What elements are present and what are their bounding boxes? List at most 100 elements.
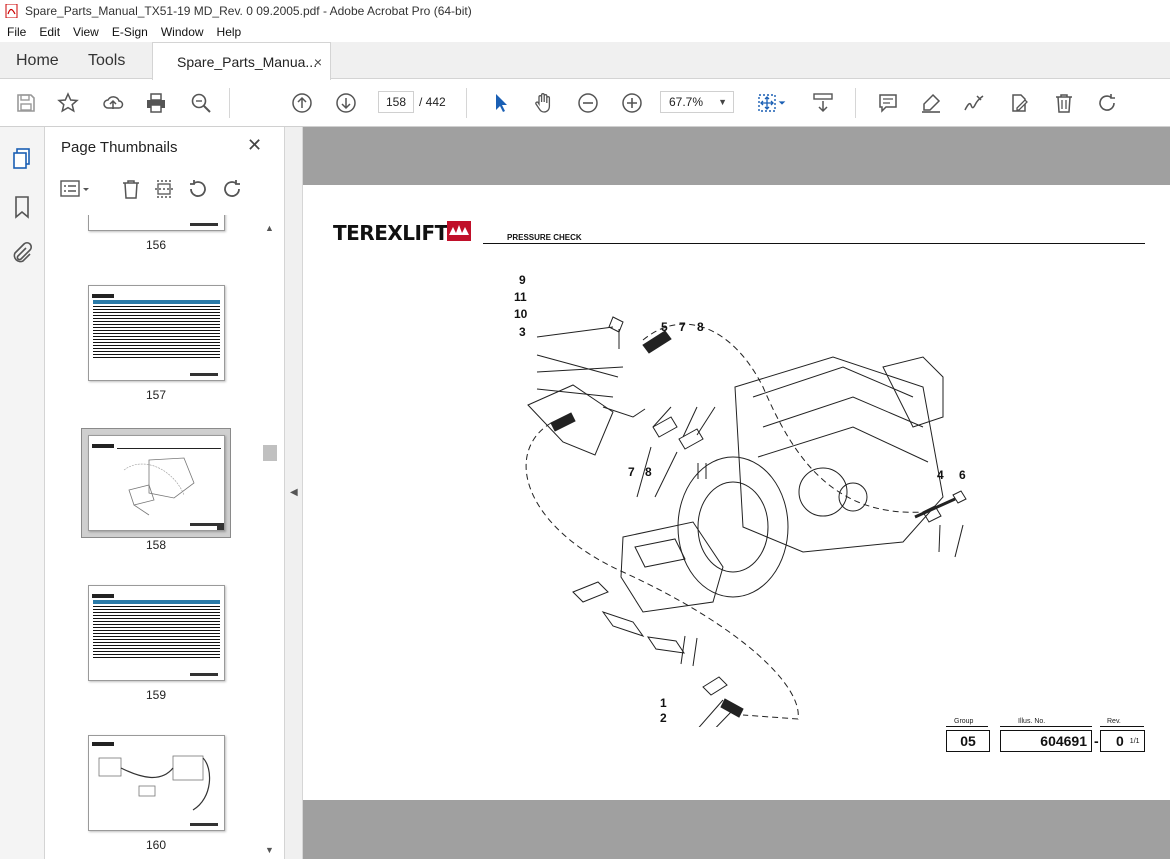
delete-icon[interactable] xyxy=(1052,91,1076,115)
thumbnail-list: 156 157 158 159 160 xyxy=(45,215,278,859)
thumbnail-page-160[interactable] xyxy=(88,735,225,831)
thumbnail-page-158[interactable] xyxy=(88,435,225,531)
title-block-rule xyxy=(1100,726,1144,727)
close-tab-icon[interactable]: × xyxy=(314,54,322,70)
panel-collapse-strip[interactable]: ◀ xyxy=(285,127,303,859)
close-panel-icon[interactable]: ✕ xyxy=(247,135,262,156)
bookmark-star-icon[interactable] xyxy=(56,91,80,115)
rotate-icon[interactable] xyxy=(1095,91,1119,115)
menu-file[interactable]: File xyxy=(7,25,26,39)
select-arrow-icon[interactable] xyxy=(489,91,513,115)
attachments-icon[interactable] xyxy=(10,241,34,265)
callout-6: 6 xyxy=(959,468,966,482)
thumbnail-label: 159 xyxy=(145,688,167,702)
menu-edit[interactable]: Edit xyxy=(39,25,60,39)
callout-1: 1 xyxy=(660,696,667,710)
page-heading: PRESSURE CHECK xyxy=(507,233,582,242)
thumbnail-scrollbar[interactable]: ▲ ▼ xyxy=(263,223,277,855)
thumbnail-drawing xyxy=(123,457,195,516)
illus-no-label: Illus. No. xyxy=(1018,718,1046,725)
callout-2: 2 xyxy=(660,711,667,725)
page-fit-dropdown-icon[interactable] xyxy=(776,91,788,115)
callout-3: 3 xyxy=(519,325,526,339)
collapse-arrow-icon[interactable]: ◀ xyxy=(290,487,298,498)
left-rail xyxy=(0,127,45,859)
title-block-rule xyxy=(946,726,988,727)
rev-box: 0 1/1 xyxy=(1100,730,1145,752)
zoom-value: 67.7% xyxy=(669,95,704,109)
scroll-up-icon[interactable]: ▲ xyxy=(265,223,274,233)
toolbar-separator xyxy=(855,88,856,118)
title-block-dash: - xyxy=(1094,733,1099,749)
terex-logo: TEREXLIFT xyxy=(333,221,448,245)
menu-view[interactable]: View xyxy=(73,25,99,39)
acrobat-app-icon xyxy=(5,4,18,18)
thumbnail-tools xyxy=(45,175,285,205)
tab-document[interactable]: Spare_Parts_Manua... × xyxy=(152,42,331,80)
page-up-icon[interactable] xyxy=(290,91,314,115)
title-block-rule xyxy=(1000,726,1092,727)
menu-window[interactable]: Window xyxy=(161,25,204,39)
scroll-mode-icon[interactable] xyxy=(811,91,835,115)
tab-tools[interactable]: Tools xyxy=(88,42,125,79)
callout-4: 4 xyxy=(937,468,944,482)
comment-icon[interactable] xyxy=(876,91,900,115)
illus-no-value: 604691 xyxy=(1000,730,1092,752)
panel-title: Page Thumbnails xyxy=(61,139,178,156)
callout-9: 9 xyxy=(519,273,526,287)
document-view[interactable]: TEREXLIFT PRESSURE CHECK 9 11 10 3 5 7 8… xyxy=(303,127,1170,859)
tab-row: Home Tools Spare_Parts_Manua... × xyxy=(0,42,1170,80)
thumbnail-label: 157 xyxy=(145,388,167,402)
menu-esign[interactable]: E-Sign xyxy=(112,25,148,39)
extract-pages-icon[interactable] xyxy=(153,178,175,200)
thumbnails-panel: Page Thumbnails ✕ 156 157 158 159 160 ▲ … xyxy=(45,127,285,859)
save-icon[interactable] xyxy=(14,91,38,115)
page-number-input[interactable]: 158 xyxy=(378,91,414,113)
thumbnail-page-156[interactable] xyxy=(88,215,225,231)
print-icon[interactable] xyxy=(144,91,168,115)
options-menu-icon[interactable] xyxy=(59,178,91,200)
thumbnail-drawing xyxy=(98,755,211,811)
zoom-out-icon[interactable] xyxy=(576,91,600,115)
group-value: 05 xyxy=(946,730,990,752)
callout-8-lower: 8 xyxy=(645,465,652,479)
tab-home[interactable]: Home xyxy=(16,42,59,79)
highlight-icon[interactable] xyxy=(919,91,943,115)
hand-icon[interactable] xyxy=(532,91,556,115)
callout-7-upper: 7 xyxy=(679,320,686,334)
rotate-ccw-icon[interactable] xyxy=(187,178,209,200)
pages-icon[interactable] xyxy=(10,147,34,171)
zoom-in-icon[interactable] xyxy=(620,91,644,115)
exploded-view-drawing xyxy=(525,316,967,727)
heading-rule xyxy=(483,243,1145,244)
callout-11: 11 xyxy=(514,290,527,304)
thumbnail-page-159[interactable] xyxy=(88,585,225,681)
callout-7-lower: 7 xyxy=(628,465,635,479)
zoom-select[interactable]: 67.7% ▼ xyxy=(660,91,734,113)
group-label: Group xyxy=(954,718,974,725)
sign-icon[interactable] xyxy=(962,91,986,115)
page-down-icon[interactable] xyxy=(334,91,358,115)
menu-help[interactable]: Help xyxy=(217,25,242,39)
rotate-cw-icon[interactable] xyxy=(221,178,243,200)
find-icon[interactable] xyxy=(189,91,213,115)
share-icon[interactable] xyxy=(101,91,125,115)
callout-10: 10 xyxy=(514,307,528,321)
fill-sign-icon[interactable] xyxy=(1007,91,1031,115)
toolbar xyxy=(0,80,1170,127)
thumbnail-label: 158 xyxy=(145,538,167,552)
delete-page-icon[interactable] xyxy=(120,178,142,200)
scrollbar-thumb[interactable] xyxy=(263,445,277,461)
toolbar-separator xyxy=(229,88,230,118)
tab-document-label: Spare_Parts_Manua... xyxy=(177,53,318,70)
thumbnail-label: 156 xyxy=(145,238,167,252)
rev-value: 0 xyxy=(1116,733,1124,749)
rev-label: Rev. xyxy=(1107,718,1121,725)
menu-bar: File Edit View E-Sign Window Help xyxy=(0,22,1170,42)
bookmarks-icon[interactable] xyxy=(10,195,34,219)
window-title: Spare_Parts_Manual_TX51-19 MD_Rev. 0 09.… xyxy=(25,4,472,18)
scroll-down-icon[interactable]: ▼ xyxy=(265,845,274,855)
callout-5: 5 xyxy=(661,320,668,334)
page-total-label: / 442 xyxy=(419,95,446,109)
thumbnail-page-157[interactable] xyxy=(88,285,225,381)
